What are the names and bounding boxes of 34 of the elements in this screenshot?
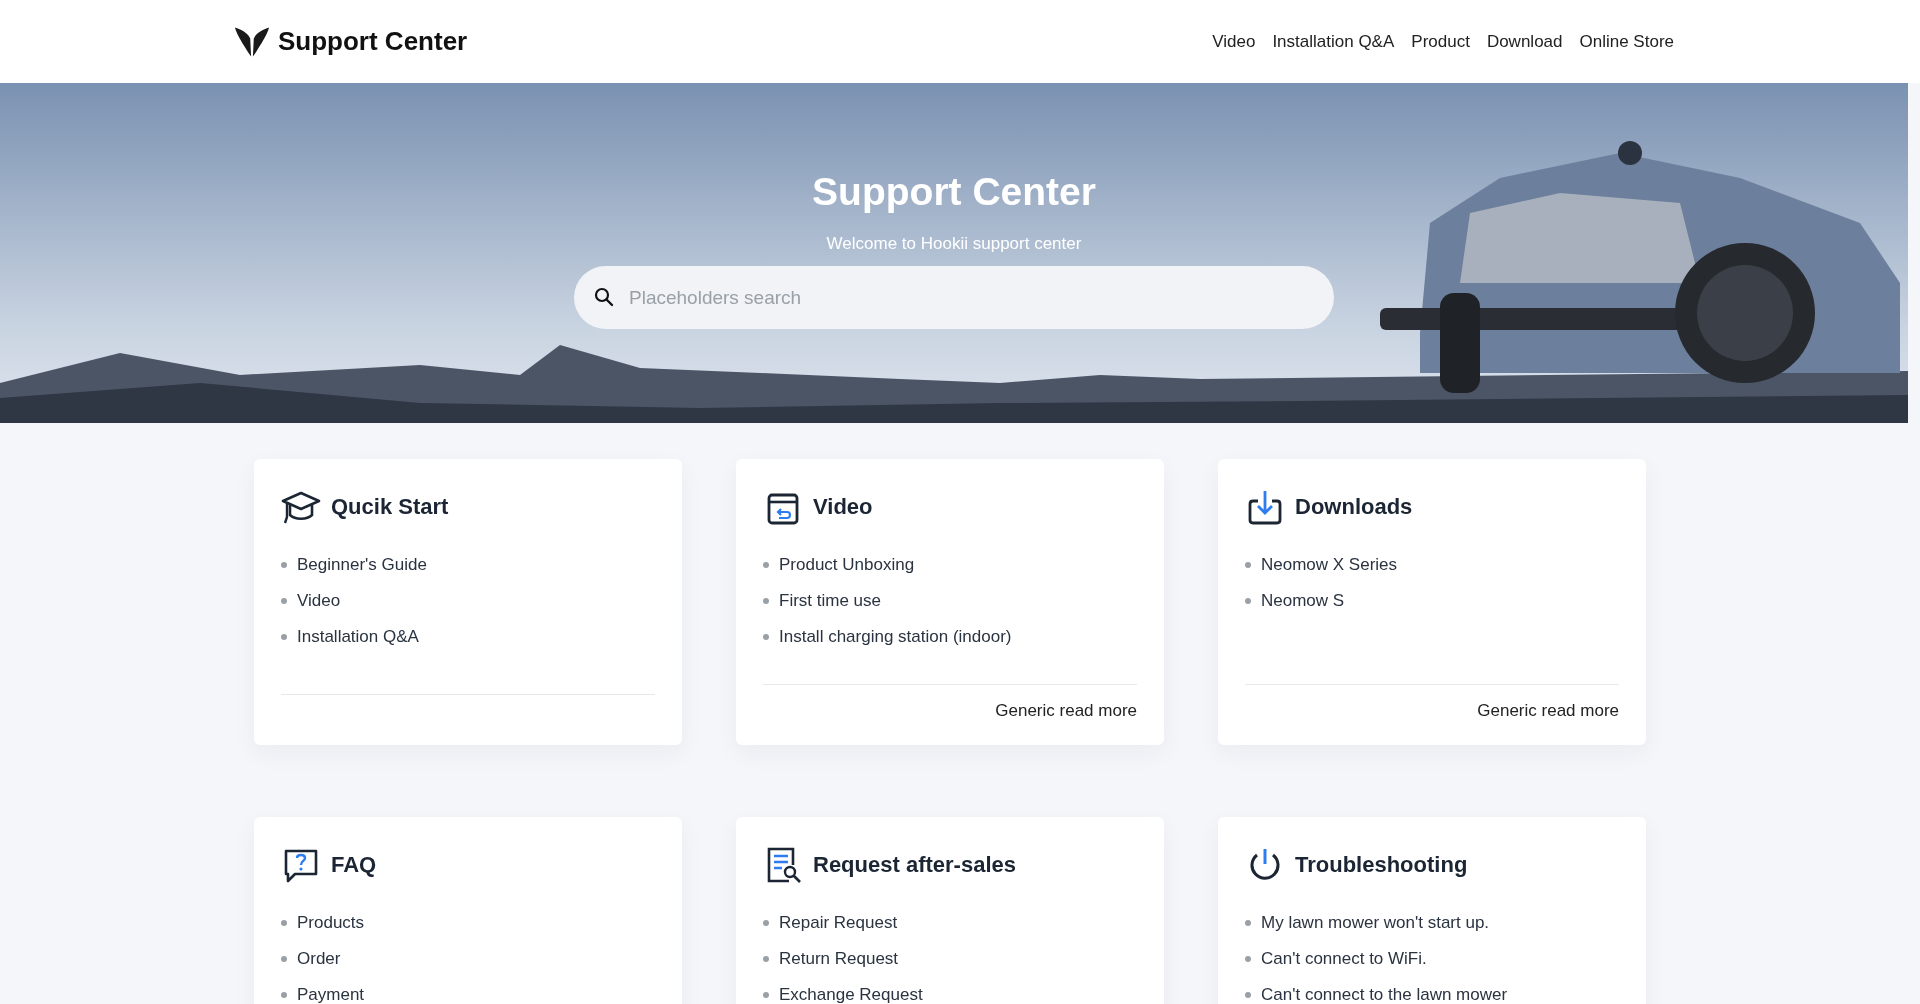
card-link[interactable]: Products <box>281 905 655 941</box>
card-link[interactable]: Return Request <box>763 941 1137 977</box>
card-link[interactable]: Can't connect to the lawn mower <box>1245 977 1619 1004</box>
card-link[interactable]: Product Unboxing <box>763 547 1137 583</box>
card-link[interactable]: Beginner's Guide <box>281 547 655 583</box>
card-link[interactable]: Installation Q&A <box>281 619 655 655</box>
card-title: Downloads <box>1295 494 1413 520</box>
card-link[interactable]: Repair Request <box>763 905 1137 941</box>
card-link[interactable]: Install charging station (indoor) <box>763 619 1137 655</box>
hero-subtitle: Welcome to Hookii support center <box>826 234 1082 254</box>
search-field[interactable]: Placeholders search <box>574 266 1334 329</box>
nav-link[interactable]: Video <box>1212 31 1256 52</box>
card-link[interactable]: My lawn mower won't start up. <box>1245 905 1619 941</box>
nav-link[interactable]: Download <box>1486 31 1563 52</box>
card-link[interactable]: First time use <box>763 583 1137 619</box>
card-link[interactable]: Exchange Request <box>763 977 1137 1004</box>
card-title: Request after-sales <box>813 852 1016 878</box>
nav-link[interactable]: Installation Q&A <box>1272 31 1395 52</box>
nav-link[interactable]: Online Store <box>1579 31 1674 52</box>
site-title[interactable]: Support Center <box>278 26 468 57</box>
card-link[interactable]: Video <box>281 583 655 619</box>
card-title: FAQ <box>331 852 377 878</box>
nav-link[interactable]: Product <box>1411 31 1470 52</box>
card-link[interactable]: Neomow S <box>1245 583 1619 619</box>
card-link[interactable]: Order <box>281 941 655 977</box>
card-title: Troubleshooting <box>1295 852 1468 878</box>
card-link[interactable]: Neomow X Series <box>1245 547 1619 583</box>
hero-title: Support Center <box>812 170 1096 214</box>
read-more-link[interactable]: Generic read more <box>1477 701 1619 721</box>
read-more-link[interactable]: Generic read more <box>995 701 1137 721</box>
card-title: Qucik Start <box>331 494 449 520</box>
card-link[interactable]: Payment <box>281 977 655 1004</box>
card-link[interactable]: Can't connect to WiFi. <box>1245 941 1619 977</box>
card-title: Video <box>813 494 873 520</box>
